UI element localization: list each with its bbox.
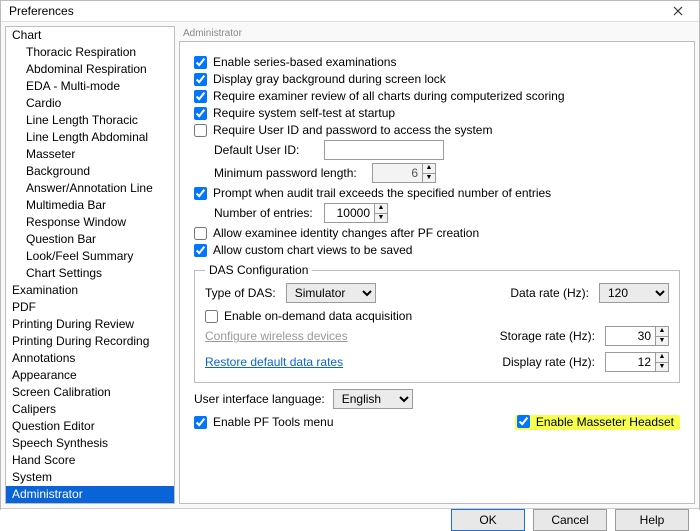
- das-legend: DAS Configuration: [205, 263, 312, 277]
- close-button[interactable]: [663, 1, 693, 21]
- titlebar: Preferences: [1, 1, 699, 22]
- select-ui-lang[interactable]: English: [333, 389, 413, 409]
- sidebar-item[interactable]: EDA - Multi-mode: [6, 78, 174, 95]
- sidebar-item[interactable]: Line Length Abdominal: [6, 129, 174, 146]
- lbl-min-pw: Minimum password length:: [214, 166, 364, 180]
- sidebar-item[interactable]: Administrator: [6, 486, 174, 503]
- help-button[interactable]: Help: [615, 509, 689, 531]
- cancel-button[interactable]: Cancel: [533, 509, 607, 531]
- sidebar-item[interactable]: Examination: [6, 282, 174, 299]
- sidebar-item[interactable]: Appearance: [6, 367, 174, 384]
- dialog-footer: OK Cancel Help: [1, 508, 699, 531]
- category-tree[interactable]: ChartThoracic RespirationAbdominal Respi…: [5, 26, 175, 504]
- lbl-data-rate: Data rate (Hz):: [510, 286, 589, 300]
- window-title: Preferences: [9, 4, 74, 18]
- sidebar-item[interactable]: Screen Calibration: [6, 384, 174, 401]
- chevron-down-icon: ▼: [423, 174, 435, 183]
- ok-button[interactable]: OK: [451, 509, 525, 531]
- sidebar-item[interactable]: Printing During Review: [6, 316, 174, 333]
- spin-min-pw[interactable]: ▲▼: [372, 163, 436, 183]
- sidebar-item[interactable]: Chart Settings: [6, 265, 174, 282]
- preferences-window: Preferences ChartThoracic RespirationAbd…: [0, 0, 700, 510]
- das-config-box: DAS Configuration Type of DAS: Simulator…: [194, 263, 680, 383]
- cb-identity-changes[interactable]: Allow examinee identity changes after PF…: [194, 226, 680, 240]
- link-wireless: Configure wireless devices: [205, 329, 348, 343]
- lbl-display-rate: Display rate (Hz):: [502, 355, 595, 369]
- lbl-das-type: Type of DAS:: [205, 286, 276, 300]
- sidebar-item[interactable]: PDF: [6, 299, 174, 316]
- sidebar-item[interactable]: Speech Synthesis: [6, 435, 174, 452]
- cb-selftest[interactable]: Require system self-test at startup: [194, 106, 680, 120]
- sidebar-item[interactable]: Cardio: [6, 95, 174, 112]
- close-icon: [673, 6, 683, 16]
- sidebar-item[interactable]: Masseter: [6, 146, 174, 163]
- sidebar-item[interactable]: Printing During Recording: [6, 333, 174, 350]
- select-data-rate[interactable]: 120: [599, 283, 669, 303]
- cb-examiner-review[interactable]: Require examiner review of all charts du…: [194, 89, 680, 103]
- sidebar-item[interactable]: Line Length Thoracic: [6, 112, 174, 129]
- lbl-storage-rate: Storage rate (Hz):: [500, 329, 595, 343]
- sidebar-item[interactable]: Chart: [6, 27, 174, 44]
- cb-require-userid[interactable]: Require User ID and password to access t…: [194, 123, 680, 137]
- cb-pf-tools[interactable]: Enable PF Tools menu: [194, 415, 334, 429]
- sidebar-item[interactable]: Annotations: [6, 350, 174, 367]
- cb-custom-views[interactable]: Allow custom chart views to be saved: [194, 243, 680, 257]
- panel-caption: Administrator: [179, 26, 695, 41]
- sidebar-item[interactable]: Calipers: [6, 401, 174, 418]
- select-das-type[interactable]: Simulator: [286, 283, 376, 303]
- sidebar-item[interactable]: Response Window: [6, 214, 174, 231]
- spin-storage-rate[interactable]: ▲▼: [605, 326, 669, 346]
- cb-audit-prompt[interactable]: Prompt when audit trail exceeds the spec…: [194, 186, 680, 200]
- sidebar-item[interactable]: Look/Feel Summary: [6, 248, 174, 265]
- sidebar-item[interactable]: Question Editor: [6, 418, 174, 435]
- lbl-default-userid: Default User ID:: [214, 143, 316, 157]
- chevron-up-icon: ▲: [423, 164, 435, 174]
- highlight-masseter: Enable Masseter Headset: [515, 415, 680, 430]
- sidebar-item[interactable]: Multimedia Bar: [6, 197, 174, 214]
- sidebar-item[interactable]: Hand Score: [6, 452, 174, 469]
- cb-gray-background[interactable]: Display gray background during screen lo…: [194, 72, 680, 86]
- cb-masseter-headset[interactable]: Enable Masseter Headset: [517, 415, 674, 429]
- sidebar-item[interactable]: Question Bar: [6, 231, 174, 248]
- sidebar-item[interactable]: System: [6, 469, 174, 486]
- sidebar-item[interactable]: Background: [6, 163, 174, 180]
- cb-series-exams[interactable]: Enable series-based examinations: [194, 55, 680, 69]
- link-restore-rates[interactable]: Restore default data rates: [205, 355, 348, 369]
- spin-num-entries[interactable]: ▲▼: [324, 203, 388, 223]
- sidebar-item[interactable]: Answer/Annotation Line: [6, 180, 174, 197]
- spin-display-rate[interactable]: ▲▼: [605, 352, 669, 372]
- sidebar-item[interactable]: Abdominal Respiration: [6, 61, 174, 78]
- input-default-userid[interactable]: [324, 140, 444, 160]
- lbl-num-entries: Number of entries:: [214, 206, 316, 220]
- sidebar-item[interactable]: Thoracic Respiration: [6, 44, 174, 61]
- cb-on-demand[interactable]: Enable on-demand data acquisition: [205, 309, 669, 323]
- settings-panel: Enable series-based examinations Display…: [179, 41, 695, 504]
- lbl-ui-lang: User interface language:: [194, 392, 325, 406]
